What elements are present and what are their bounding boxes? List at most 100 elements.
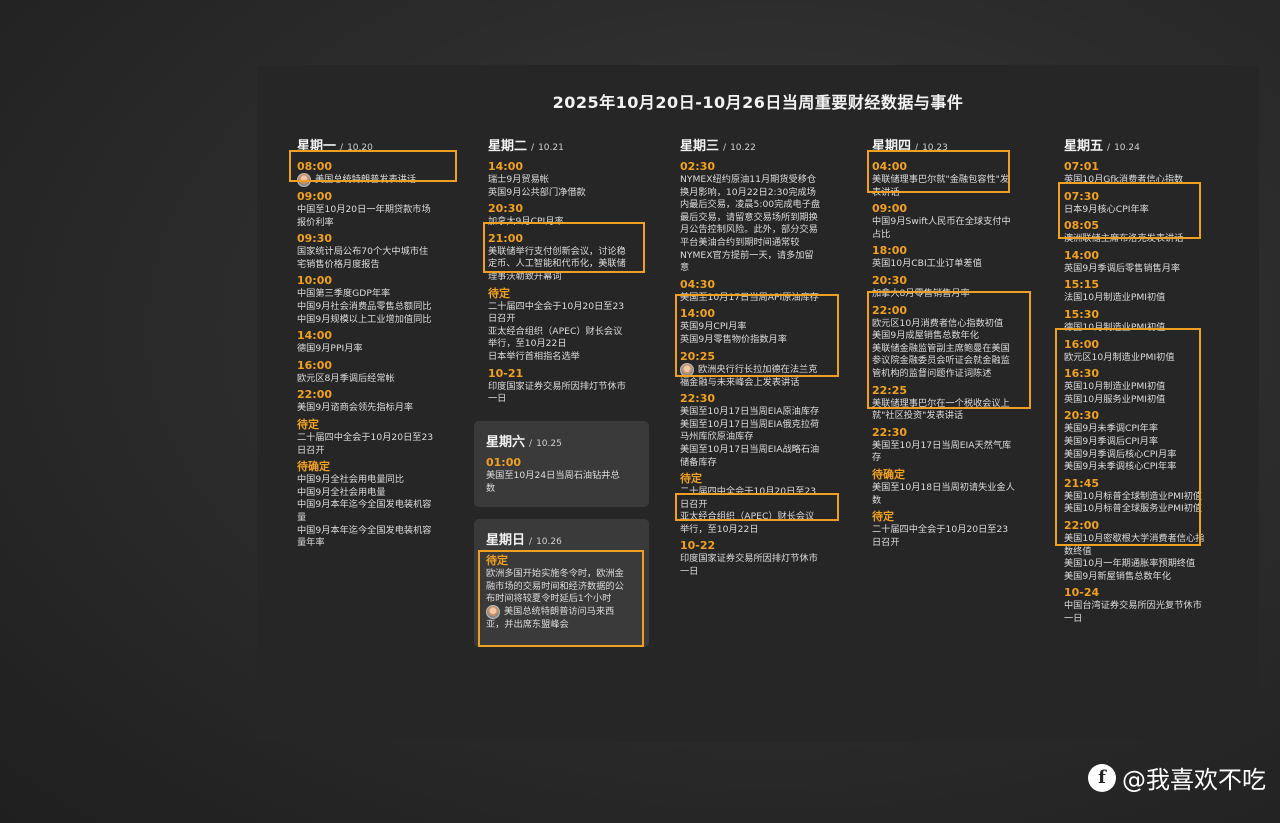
day-header: 星期五/10.24 xyxy=(1064,135,1224,154)
event-text: 中国9月全社会用电量同比 xyxy=(297,474,404,486)
event-time: 15:30 xyxy=(1064,307,1100,321)
event-time: 07:01 xyxy=(1064,160,1100,173)
day-date-separator: / xyxy=(529,439,533,449)
event-text: 一日 xyxy=(680,566,699,578)
speaker-line: 美国总统特朗普发表讲话 xyxy=(297,173,462,187)
event-text: NYMEX官方提前一天，请多加留 xyxy=(680,249,814,261)
event-item: 10-21 印度国家证券交易所因排灯节休市 一日 xyxy=(488,367,653,406)
event-text: 储备库存 xyxy=(680,456,717,468)
watermark: f @我喜欢不吃 xyxy=(1088,760,1266,795)
event-item: 待确定 中国9月全社会用电量同比 中国9月全社会用电量 中国9月本年迄今全国发电装机容… xyxy=(297,460,462,550)
event-time: 16:30 xyxy=(1064,367,1100,381)
day-header: 星期四/10.23 xyxy=(872,135,1032,154)
event-item: 14:00 瑞士9月贸易帐 英国9月公共部门净借款 xyxy=(488,160,653,199)
event-text: 一日 xyxy=(488,393,507,405)
day-header: 星期二/10.21 xyxy=(488,135,653,154)
event-text: 美联储金融监管副主席鲍曼在美国 xyxy=(872,342,1010,354)
event-time: 待定 xyxy=(488,286,510,300)
event-item: 20:25 欧洲央行行长拉加德在法兰克 福金融与未来峰会上发表讲话 xyxy=(680,350,840,390)
event-time: 18:00 xyxy=(872,244,908,258)
event-item: 22:25 美联储理事巴尔在一个税收会议上 就"社区投资"发表讲话 xyxy=(872,384,1032,423)
event-text: 宅销售价格月度报告 xyxy=(297,258,380,270)
event-time: 22:25 xyxy=(872,383,908,397)
day-date-separator: / xyxy=(723,143,727,153)
day-box-sunday: 星期日/10.26 待定 欧洲多国开始实施冬令时，欧洲金 融市场的交易时间和经济数据的… xyxy=(474,519,649,647)
speaker-line: 欧洲央行行长拉加德在法兰克 xyxy=(680,362,840,377)
event-item: 待定 二十届四中全会于10月20日至23 日召开 xyxy=(297,418,462,457)
event-text: 英国9月零售物价指数月率 xyxy=(680,333,787,345)
event-text: 法国10月制造业PMI初值 xyxy=(1064,292,1166,304)
event-item: 18:00 英国10月CBI工业订单差值 xyxy=(872,244,1032,271)
event-item: 22:00 美国10月密歇根大学消费者信心指 数终值 美国10月一年期通胀率预期终值美… xyxy=(1064,519,1224,583)
event-text: 理事沃勒致开幕词 xyxy=(488,270,562,282)
event-time: 待定 xyxy=(486,554,508,567)
event-item: 22:30 美国至10月17日当周EIA天然气库存 xyxy=(872,426,1032,465)
event-time: 07:30 xyxy=(1064,189,1100,203)
event-time: 22:30 xyxy=(680,392,716,406)
event-time: 22:00 xyxy=(872,303,908,317)
event-item: 14:00 英国9月季调后零售销售月率 xyxy=(1064,249,1224,276)
event-text: 中国9月全社会用电量 xyxy=(297,486,386,498)
event-text: 英国10月服务业PMI初值 xyxy=(1064,393,1166,405)
event-item: 待定 二十届四中全会于10月20日至23 日召开 亚太经合组织（APEC）财长会议 举行… xyxy=(488,287,653,364)
event-text: 中国9月规模以上工业增加值同比 xyxy=(297,313,432,325)
day-date-separator: / xyxy=(531,143,535,153)
event-item: 14:00 英国9月CPI月率 英国9月零售物价指数月率 xyxy=(680,307,840,346)
event-item: 20:30 美国9月未季调CPI年率 美国9月季调后CPI月率 美国9月季调后核心CP… xyxy=(1064,409,1224,473)
event-text: 福金融与未来峰会上发表讲话 xyxy=(680,376,800,388)
event-text: 英国10月制造业PMI初值 xyxy=(1064,381,1166,393)
day-column-friday: 星期五/10.24 07:01 英国10月Gfk消费者信心指数 07:30 日本9月核心… xyxy=(1064,135,1224,628)
event-time: 04:00 xyxy=(872,160,908,173)
event-item: 10:00 中国第三季度GDP年率 中国9月社会消费品零售总额同比 中国9月规模以上工… xyxy=(297,274,462,326)
event-time: 14:00 xyxy=(1064,248,1100,262)
event-text: 日召开 xyxy=(680,498,708,510)
day-date-separator: / xyxy=(529,537,533,547)
event-text: 印度国家证券交易所因排灯节休市 xyxy=(488,380,626,392)
event-text: 美国总统特朗普访问马来西 xyxy=(504,605,615,617)
event-time: 22:30 xyxy=(872,425,908,439)
day-name: 星期四 xyxy=(872,139,912,154)
day-date: 10.20 xyxy=(347,143,373,153)
event-text: 二十届四中全会于10月20日至23 xyxy=(680,486,817,498)
event-time: 04:30 xyxy=(680,277,716,291)
day-date-separator: / xyxy=(340,143,344,153)
event-text: 平台美油合约到期时间通常较 xyxy=(680,236,800,248)
day-column-thursday: 星期四/10.23 04:00 美联储理事巴尔就"金融包容性"发 表讲话 09:00 中国… xyxy=(872,135,1032,552)
event-time: 14:00 xyxy=(680,307,716,321)
calendar-card: 2025年10月20日-10月26日当周重要财经数据与事件 星期一/10.20 0… xyxy=(257,65,1259,741)
event-text: 美国至10月24日当周石油钻井总 xyxy=(486,470,620,481)
event-time: 20:25 xyxy=(680,349,716,363)
event-text: 美国9月谘商会领先指标月率 xyxy=(297,402,414,414)
event-time: 22:00 xyxy=(297,388,333,402)
day-header: 星期日/10.26 xyxy=(486,529,637,548)
event-text: 表讲话 xyxy=(872,186,900,198)
event-text: 印度国家证券交易所因排灯节休市 xyxy=(680,553,818,565)
event-text: 中国9月本年迄今全国发电装机容 xyxy=(297,499,432,511)
event-time: 10-22 xyxy=(680,539,716,553)
event-item: 08:00 美国总统特朗普发表讲话 xyxy=(297,160,462,187)
day-name: 星期六 xyxy=(486,435,526,450)
event-item: 21:00 美联储举行支付创新会议，讨论稳 定币、人工智能和代币化，美联储 理事沃勒致… xyxy=(488,232,653,284)
event-text: 美国至10月18日当周初请失业金人 xyxy=(872,481,1015,493)
event-text: 美国10月标普全球服务业PMI初值 xyxy=(1064,503,1203,515)
day-name: 星期日 xyxy=(486,533,526,548)
event-text: 美联储理事巴尔就"金融包容性"发 xyxy=(872,174,1010,185)
event-item: 待定 二十届四中全会于10月20日至23 日召开 亚太经合组织（APEC）财长会议 举行… xyxy=(680,472,840,536)
event-text: 亚太经合组织（APEC）财长会议 xyxy=(680,511,815,523)
event-text: 美联储举行支付创新会议，讨论稳 xyxy=(488,245,626,257)
event-item: 22:00 欧元区10月消费者信心指数初值 美国9月成屋销售总数年化 美联储金融监管副… xyxy=(872,304,1032,381)
event-item: 16:30 英国10月制造业PMI初值 英国10月服务业PMI初值 xyxy=(1064,367,1224,406)
event-text: 欧元区8月季调后经常帐 xyxy=(297,372,395,384)
day-column-sunday: 星期日/10.26 待定 欧洲多国开始实施冬令时，欧洲金 融市场的交易时间和经济数据的… xyxy=(486,529,637,631)
day-date-separator: / xyxy=(1107,143,1111,153)
page-title: 2025年10月20日-10月26日当周重要财经数据与事件 xyxy=(552,93,964,112)
event-item: 10-24 中国台湾证券交易所因光复节休市 一日 xyxy=(1064,586,1224,625)
event-time: 15:15 xyxy=(1064,278,1100,292)
event-text: 布时间将较夏令时延后1个小时 xyxy=(486,593,612,605)
event-item: 待定 二十届四中全会于10月20日至23 日召开 xyxy=(872,510,1032,549)
event-item: 08:05 澳洲联储主席布洛克发表讲话 xyxy=(1064,219,1224,246)
event-time: 14:00 xyxy=(488,160,524,173)
event-item: 待定 欧洲多国开始实施冬令时，欧洲金 融市场的交易时间和经济数据的公 布时间将较夏令时… xyxy=(486,554,637,631)
event-text: 英国10月CBI工业订单差值 xyxy=(872,258,982,270)
day-date-separator: / xyxy=(915,143,919,153)
